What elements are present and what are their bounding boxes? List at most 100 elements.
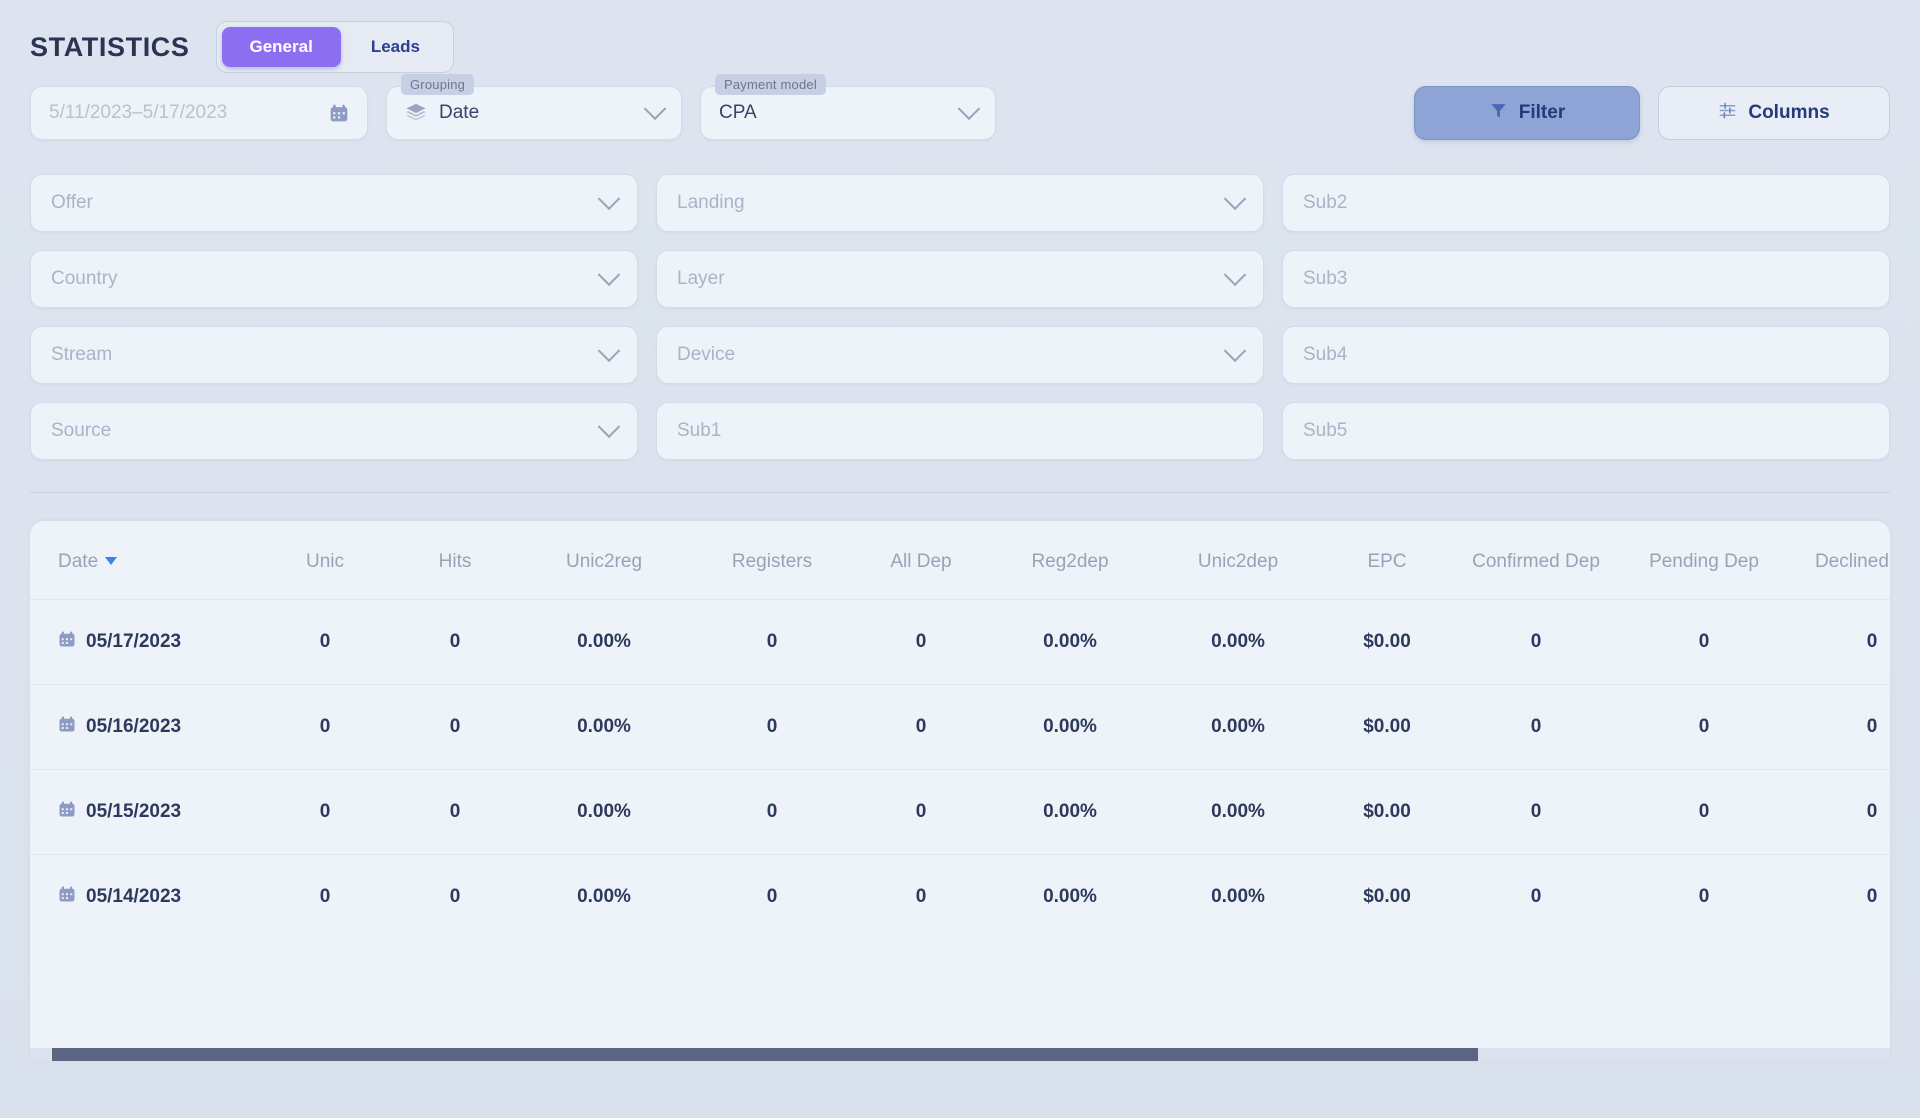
cell-declined-dep: 0 bbox=[1788, 855, 1890, 940]
cell-confirmed-dep: 0 bbox=[1452, 770, 1620, 855]
filter-sub2-placeholder: Sub2 bbox=[1303, 192, 1347, 214]
col-header-registers[interactable]: Registers bbox=[688, 521, 856, 600]
chevron-down-icon bbox=[1224, 263, 1247, 286]
funnel-icon bbox=[1489, 101, 1508, 126]
cell-hits: 0 bbox=[390, 855, 520, 940]
table-row[interactable]: 05/14/2023000.00%000.00%0.00%$0.00000$0.… bbox=[30, 855, 1890, 940]
col-header-confirmed-dep[interactable]: Confirmed Dep bbox=[1452, 521, 1620, 600]
table-body: 05/17/2023000.00%000.00%0.00%$0.00000$0.… bbox=[30, 600, 1890, 940]
col-header-epc[interactable]: EPC bbox=[1322, 521, 1452, 600]
cell-confirmed-dep: 0 bbox=[1452, 855, 1620, 940]
chevron-down-icon bbox=[598, 339, 621, 362]
filter-sub1[interactable]: Sub1 bbox=[656, 402, 1264, 460]
cell-date: 05/17/2023 bbox=[30, 600, 260, 685]
tab-leads[interactable]: Leads bbox=[343, 27, 448, 67]
filter-sub3-placeholder: Sub3 bbox=[1303, 268, 1347, 290]
cell-date: 05/15/2023 bbox=[30, 770, 260, 855]
chevron-down-icon bbox=[598, 415, 621, 438]
statistics-table: Date Unic Hits Unic2reg Registers All De… bbox=[30, 521, 1890, 939]
cell-pending-dep: 0 bbox=[1620, 770, 1788, 855]
col-header-date[interactable]: Date bbox=[30, 521, 260, 600]
col-header-unic2reg[interactable]: Unic2reg bbox=[520, 521, 688, 600]
cell-epc: $0.00 bbox=[1322, 600, 1452, 685]
cell-unic2dep: 0.00% bbox=[1154, 600, 1322, 685]
cell-pending-dep: 0 bbox=[1620, 855, 1788, 940]
cell-hits: 0 bbox=[390, 685, 520, 770]
filter-layer[interactable]: Layer bbox=[656, 250, 1264, 308]
cell-pending-dep: 0 bbox=[1620, 685, 1788, 770]
cell-date-label: 05/16/2023 bbox=[86, 716, 181, 738]
filter-offer-placeholder: Offer bbox=[51, 192, 93, 214]
table-header-row: Date Unic Hits Unic2reg Registers All De… bbox=[30, 521, 1890, 600]
col-header-unic[interactable]: Unic bbox=[260, 521, 390, 600]
col-header-unic2dep[interactable]: Unic2dep bbox=[1154, 521, 1322, 600]
cell-date-label: 05/15/2023 bbox=[86, 801, 181, 823]
cell-hits: 0 bbox=[390, 770, 520, 855]
col-header-reg2dep[interactable]: Reg2dep bbox=[986, 521, 1154, 600]
filter-sub5[interactable]: Sub5 bbox=[1282, 402, 1890, 460]
table-row[interactable]: 05/15/2023000.00%000.00%0.00%$0.00000$0.… bbox=[30, 770, 1890, 855]
filter-landing-placeholder: Landing bbox=[677, 192, 745, 214]
filter-sub4[interactable]: Sub4 bbox=[1282, 326, 1890, 384]
cell-unic2dep: 0.00% bbox=[1154, 770, 1322, 855]
cell-registers: 0 bbox=[688, 770, 856, 855]
grouping-select[interactable]: Grouping Date bbox=[386, 86, 682, 140]
cell-unic2reg: 0.00% bbox=[520, 685, 688, 770]
chevron-down-icon bbox=[598, 263, 621, 286]
chevron-down-icon bbox=[958, 97, 981, 120]
chevron-down-icon bbox=[644, 97, 667, 120]
cell-registers: 0 bbox=[688, 600, 856, 685]
columns-button-label: Columns bbox=[1748, 102, 1829, 124]
page-header: STATISTICS General Leads bbox=[0, 0, 1920, 72]
statistics-mode-tabs: General Leads bbox=[216, 21, 454, 73]
filter-sub2[interactable]: Sub2 bbox=[1282, 174, 1890, 232]
statistics-table-card: Date Unic Hits Unic2reg Registers All De… bbox=[30, 521, 1890, 1061]
cell-unic2reg: 0.00% bbox=[520, 770, 688, 855]
filter-stream[interactable]: Stream bbox=[30, 326, 638, 384]
col-header-pending-dep[interactable]: Pending Dep bbox=[1620, 521, 1788, 600]
cell-unic: 0 bbox=[260, 600, 390, 685]
cell-unic2dep: 0.00% bbox=[1154, 685, 1322, 770]
cell-declined-dep: 0 bbox=[1788, 600, 1890, 685]
filter-landing[interactable]: Landing bbox=[656, 174, 1264, 232]
date-range-field[interactable]: 5/11/2023–5/17/2023 bbox=[30, 86, 368, 140]
table-row[interactable]: 05/17/2023000.00%000.00%0.00%$0.00000$0.… bbox=[30, 600, 1890, 685]
cell-reg2dep: 0.00% bbox=[986, 685, 1154, 770]
cell-epc: $0.00 bbox=[1322, 855, 1452, 940]
col-header-hits[interactable]: Hits bbox=[390, 521, 520, 600]
filter-button-label: Filter bbox=[1519, 102, 1565, 124]
filter-device[interactable]: Device bbox=[656, 326, 1264, 384]
filter-source[interactable]: Source bbox=[30, 402, 638, 460]
horizontal-scrollbar-thumb[interactable] bbox=[52, 1048, 1478, 1061]
cell-date-label: 05/14/2023 bbox=[86, 886, 181, 908]
col-header-declined-dep[interactable]: Declined Dep bbox=[1788, 521, 1890, 600]
cell-all-dep: 0 bbox=[856, 685, 986, 770]
cell-reg2dep: 0.00% bbox=[986, 770, 1154, 855]
payment-model-label: Payment model bbox=[715, 74, 826, 95]
filter-country[interactable]: Country bbox=[30, 250, 638, 308]
columns-button[interactable]: Columns bbox=[1658, 86, 1890, 140]
cell-declined-dep: 0 bbox=[1788, 770, 1890, 855]
filter-sub5-placeholder: Sub5 bbox=[1303, 420, 1347, 442]
table-row[interactable]: 05/16/2023000.00%000.00%0.00%$0.00000$0.… bbox=[30, 685, 1890, 770]
cell-epc: $0.00 bbox=[1322, 770, 1452, 855]
sliders-icon bbox=[1718, 101, 1737, 126]
payment-model-select[interactable]: Payment model CPA bbox=[700, 86, 996, 140]
filter-source-placeholder: Source bbox=[51, 420, 111, 442]
cell-registers: 0 bbox=[688, 685, 856, 770]
control-bar: 5/11/2023–5/17/2023 Grouping bbox=[0, 72, 1920, 140]
calendar-icon bbox=[58, 715, 76, 739]
calendar-icon bbox=[329, 103, 349, 123]
filter-sub1-placeholder: Sub1 bbox=[677, 420, 721, 442]
filter-sub3[interactable]: Sub3 bbox=[1282, 250, 1890, 308]
cell-all-dep: 0 bbox=[856, 600, 986, 685]
sort-desc-icon[interactable] bbox=[105, 557, 117, 565]
cell-unic: 0 bbox=[260, 770, 390, 855]
col-header-all-dep[interactable]: All Dep bbox=[856, 521, 986, 600]
chevron-down-icon bbox=[1224, 339, 1247, 362]
filter-offer[interactable]: Offer bbox=[30, 174, 638, 232]
tab-general[interactable]: General bbox=[222, 27, 341, 67]
filter-button[interactable]: Filter bbox=[1414, 86, 1640, 140]
horizontal-scrollbar-track[interactable] bbox=[30, 1048, 1890, 1061]
cell-unic: 0 bbox=[260, 855, 390, 940]
